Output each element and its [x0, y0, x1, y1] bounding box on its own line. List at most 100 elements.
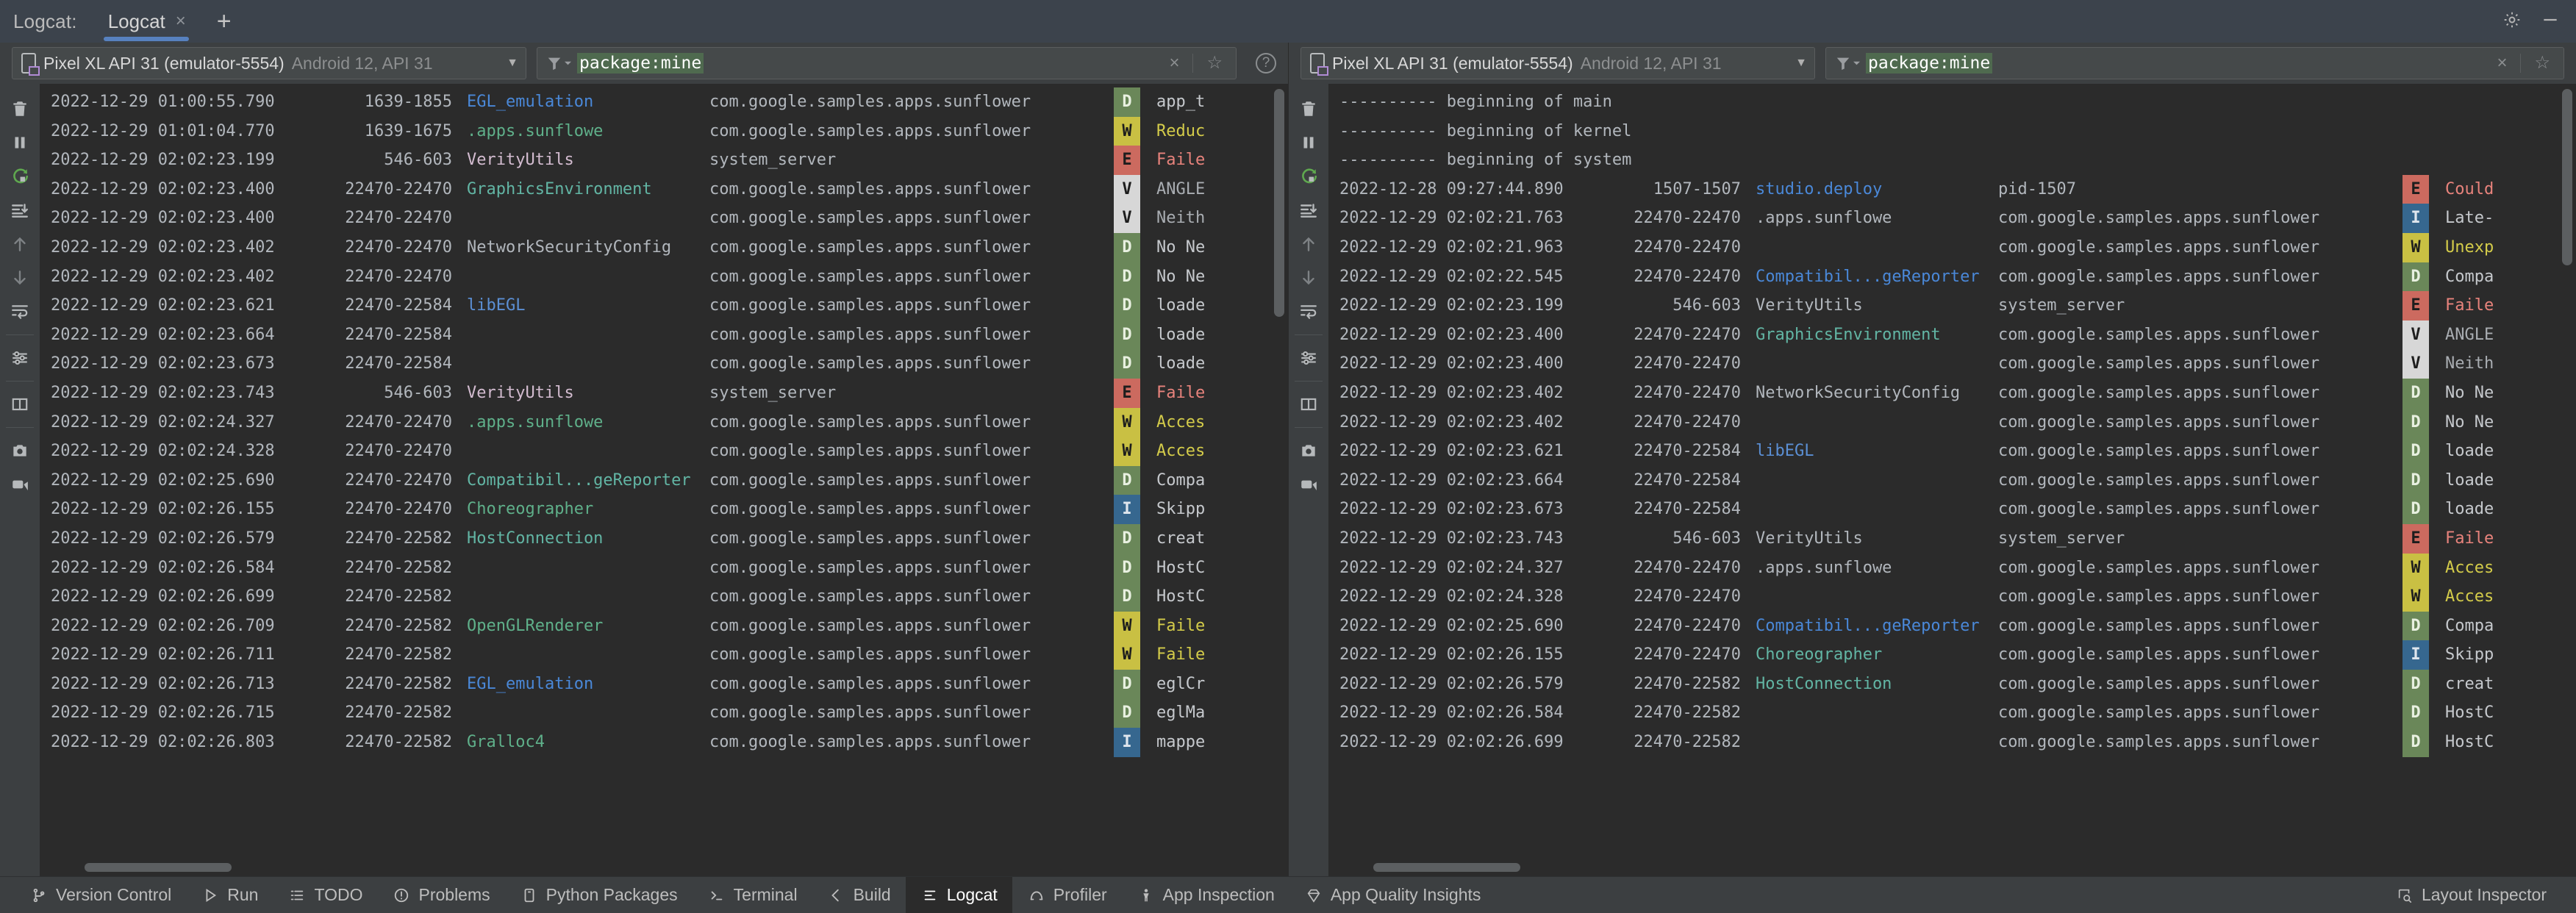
scrollbar-thumb[interactable] — [1274, 89, 1284, 317]
log-row[interactable]: 2022-12-28 09:27:44.890 1507-1507 studio.d… — [1329, 174, 2575, 204]
log-row[interactable]: 2022-12-29 02:02:26.699 22470-22582 com.go… — [1329, 728, 2575, 757]
log-row[interactable]: 2022-12-29 02:02:26.579 22470-22582 HostCo… — [40, 523, 1287, 554]
screen-record-icon[interactable] — [4, 470, 36, 499]
log-row[interactable]: 2022-12-29 02:02:22.545 22470-22470 Compat… — [1329, 262, 2575, 292]
horizontal-scrollbar-left[interactable] — [40, 859, 1287, 876]
log-row[interactable]: 2022-12-29 02:02:26.155 22470-22470 Choreo… — [40, 495, 1287, 524]
favorite-star-icon[interactable]: ☆ — [1199, 54, 1230, 72]
pause-icon[interactable] — [4, 128, 36, 157]
clear-query-icon[interactable]: × — [1162, 54, 1187, 72]
screenshot-icon[interactable] — [1292, 436, 1325, 465]
log-row[interactable]: 2022-12-29 02:02:26.715 22470-22582 com.go… — [40, 698, 1287, 728]
log-row[interactable]: 2022-12-29 02:02:23.400 22470-22470 Graphi… — [1329, 320, 2575, 350]
status-bar-item-python-packages[interactable]: Python Packages — [505, 877, 693, 913]
scroll-to-end-icon[interactable] — [4, 196, 36, 225]
log-row[interactable]: 2022-12-29 01:00:55.790 1639-1855 EGL_emul… — [40, 87, 1287, 117]
log-row[interactable]: 2022-12-29 02:02:26.711 22470-22582 com.go… — [40, 640, 1287, 670]
status-bar-item-terminal[interactable]: Terminal — [693, 877, 812, 913]
screenshot-icon[interactable] — [4, 436, 36, 465]
horizontal-scrollbar-right[interactable] — [1329, 859, 2575, 876]
log-row[interactable]: 2022-12-29 02:02:23.199 546-603 VerityUtil… — [40, 146, 1287, 175]
clear-logcat-icon[interactable] — [4, 94, 36, 123]
add-tab-button[interactable]: + — [210, 9, 239, 34]
log-row[interactable]: 2022-12-29 02:02:24.327 22470-22470 .apps.… — [40, 407, 1287, 437]
chevron-down-icon[interactable]: ▼ — [507, 57, 518, 70]
configure-icon[interactable] — [4, 343, 36, 373]
log-row[interactable]: 2022-12-29 02:02:23.402 22470-22470 Networ… — [40, 232, 1287, 262]
log-row[interactable]: 2022-12-29 02:02:23.199 546-603 VerityUtil… — [1329, 291, 2575, 321]
filter-icon[interactable] — [1835, 55, 1860, 71]
pause-icon[interactable] — [1292, 128, 1325, 157]
minimize-icon[interactable] — [2541, 10, 2560, 32]
log-row[interactable]: 2022-12-29 02:02:26.584 22470-22582 com.go… — [40, 553, 1287, 583]
status-bar-item-profiler[interactable]: Profiler — [1012, 877, 1122, 913]
previous-icon[interactable] — [4, 229, 36, 259]
log-row[interactable]: 2022-12-29 02:02:24.327 22470-22470 .apps.… — [1329, 553, 2575, 583]
log-row[interactable]: ---------- beginning of main — [1329, 87, 2575, 117]
screen-record-icon[interactable] — [1292, 470, 1325, 499]
log-row[interactable]: ---------- beginning of system — [1329, 146, 2575, 175]
log-row[interactable]: 2022-12-29 02:02:21.763 22470-22470 .apps.… — [1329, 204, 2575, 233]
log-row[interactable]: 2022-12-29 02:02:23.400 22470-22470 com.go… — [40, 204, 1287, 233]
previous-icon[interactable] — [1292, 229, 1325, 259]
split-panels-icon[interactable] — [1292, 390, 1325, 419]
help-icon[interactable]: ? — [1256, 53, 1276, 74]
log-row[interactable]: 2022-12-29 02:02:26.713 22470-22582 EGL_em… — [40, 669, 1287, 699]
logcat-query-field-left[interactable]: package:mine × ☆ — [537, 47, 1237, 79]
scrollbar-thumb[interactable] — [1373, 863, 1520, 872]
chevron-down-icon[interactable]: ▼ — [1795, 57, 1807, 70]
status-bar-item-build[interactable]: Build — [812, 877, 906, 913]
log-row[interactable]: 2022-12-29 02:02:23.664 22470-22584 com.go… — [1329, 465, 2575, 495]
log-row[interactable]: 2022-12-29 02:02:25.690 22470-22470 Compat… — [1329, 611, 2575, 641]
status-bar-item-run[interactable]: Run — [186, 877, 273, 913]
log-row[interactable]: 2022-12-29 02:02:23.400 22470-22470 com.go… — [1329, 349, 2575, 379]
next-icon[interactable] — [1292, 263, 1325, 293]
status-bar-item-app-quality-insights[interactable]: App Quality Insights — [1289, 877, 1496, 913]
favorite-star-icon[interactable]: ☆ — [2527, 54, 2558, 72]
log-row[interactable]: 2022-12-29 02:02:26.155 22470-22470 Choreo… — [1329, 640, 2575, 670]
status-bar-item-layout-inspector[interactable]: Layout Inspector — [2380, 877, 2561, 913]
scrollbar-thumb[interactable] — [85, 863, 232, 872]
log-row[interactable]: 2022-12-29 02:02:23.673 22470-22584 com.go… — [1329, 495, 2575, 524]
soft-wrap-icon[interactable] — [1292, 297, 1325, 326]
logcat-log-area-left[interactable]: 2022-12-29 01:00:55.790 1639-1855 EGL_emul… — [40, 84, 1288, 876]
log-row[interactable]: 2022-12-29 02:02:23.664 22470-22584 com.go… — [40, 320, 1287, 350]
log-row[interactable]: 2022-12-29 02:02:23.402 22470-22470 com.go… — [40, 262, 1287, 292]
status-bar-item-todo[interactable]: TODO — [273, 877, 377, 913]
gear-icon[interactable] — [2502, 10, 2522, 32]
status-bar-item-version-control[interactable]: Version Control — [15, 877, 186, 913]
log-row[interactable]: 2022-12-29 02:02:23.402 22470-22470 Networ… — [1329, 378, 2575, 408]
restart-icon[interactable] — [4, 162, 36, 191]
status-bar-item-app-inspection[interactable]: App Inspection — [1122, 877, 1289, 913]
scrollbar-thumb[interactable] — [2562, 89, 2572, 265]
soft-wrap-icon[interactable] — [4, 297, 36, 326]
status-bar-item-problems[interactable]: Problems — [377, 877, 504, 913]
log-row[interactable]: 2022-12-29 02:02:23.673 22470-22584 com.go… — [40, 349, 1287, 379]
status-bar-item-logcat[interactable]: Logcat — [905, 876, 1012, 913]
vertical-scrollbar-right[interactable] — [2561, 89, 2574, 856]
log-row[interactable]: 2022-12-29 02:02:23.400 22470-22470 Graphi… — [40, 174, 1287, 204]
log-row[interactable]: 2022-12-29 02:02:26.579 22470-22582 HostCo… — [1329, 669, 2575, 699]
logcat-log-area-right[interactable]: ---------- beginning of main ---------- b… — [1328, 84, 2576, 876]
clear-query-icon[interactable]: × — [2489, 54, 2514, 72]
query-text[interactable]: package:mine — [1866, 53, 1993, 74]
tab-logcat[interactable]: Logcat × — [96, 0, 196, 43]
device-selector-right[interactable]: Pixel XL API 31 (emulator-5554) Android … — [1300, 47, 1815, 79]
logcat-query-field-right[interactable]: package:mine × ☆ — [1825, 47, 2564, 79]
restart-icon[interactable] — [1292, 162, 1325, 191]
split-panels-icon[interactable] — [4, 390, 36, 419]
log-row[interactable]: 2022-12-29 02:02:21.963 22470-22470 com.go… — [1329, 232, 2575, 262]
configure-icon[interactable] — [1292, 343, 1325, 373]
scroll-to-end-icon[interactable] — [1292, 196, 1325, 225]
log-row[interactable]: 2022-12-29 02:02:23.743 546-603 VerityUtil… — [1329, 523, 2575, 554]
next-icon[interactable] — [4, 263, 36, 293]
log-row[interactable]: 2022-12-29 02:02:23.402 22470-22470 com.go… — [1329, 407, 2575, 437]
close-icon[interactable]: × — [176, 12, 186, 30]
log-row[interactable]: 2022-12-29 02:02:25.690 22470-22470 Compat… — [40, 465, 1287, 495]
log-row[interactable]: 2022-12-29 02:02:26.584 22470-22582 com.go… — [1329, 698, 2575, 728]
query-text[interactable]: package:mine — [577, 53, 704, 74]
log-row[interactable]: 2022-12-29 02:02:23.743 546-603 VerityUtil… — [40, 378, 1287, 408]
log-row[interactable]: 2022-12-29 01:01:04.770 1639-1675 .apps.su… — [40, 116, 1287, 146]
filter-icon[interactable] — [546, 55, 571, 71]
log-row[interactable]: 2022-12-29 02:02:24.328 22470-22470 com.go… — [40, 437, 1287, 466]
